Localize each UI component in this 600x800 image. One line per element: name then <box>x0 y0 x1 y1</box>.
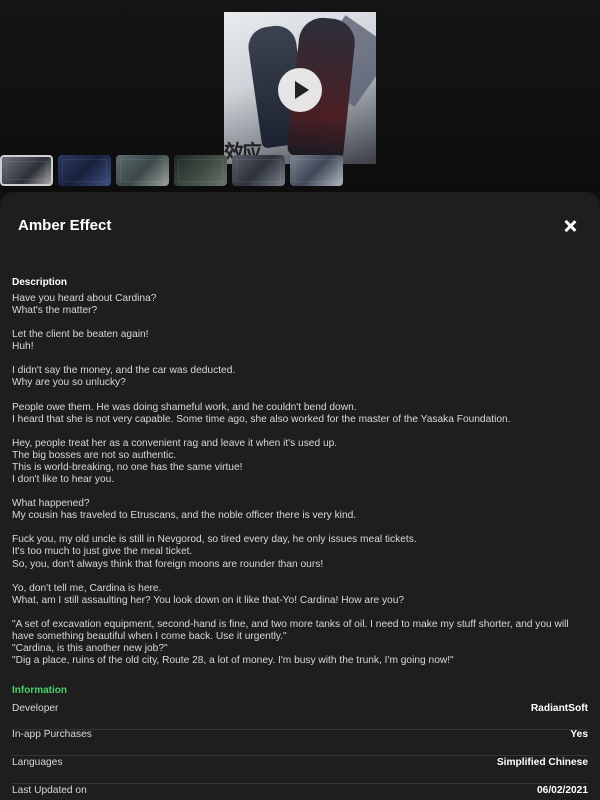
description-line: I don't like to hear you. <box>12 474 115 486</box>
description-paragraph: Hey, people treat her as a convenient ra… <box>12 438 592 486</box>
description-line: Fuck you, my old uncle is still in Nevgo… <box>12 534 417 546</box>
description-line: "A set of excavation equipment, second-h… <box>12 618 569 642</box>
description-paragraph: Yo, don't tell me, Cardina is here. What,… <box>12 583 592 607</box>
description-line: Why are you so unlucky? <box>12 377 126 389</box>
screenshot-thumbnail[interactable] <box>232 155 285 186</box>
description-line: Yo, don't tell me, Cardina is here. <box>12 582 162 594</box>
description-paragraph: Fuck you, my old uncle is still in Nevgo… <box>12 534 592 570</box>
app-title: Amber Effect <box>18 217 112 234</box>
info-label: Languages <box>12 757 63 768</box>
description-text: Have you heard about Cardina? What's the … <box>12 293 592 679</box>
info-row: In-app Purchases Yes <box>12 729 588 756</box>
description-line: It's too much to just give the meal tick… <box>12 546 193 558</box>
description-line: What's the matter? <box>12 305 98 317</box>
description-heading: Description <box>12 277 68 288</box>
description-line: Let the client be beaten again! <box>12 329 149 341</box>
description-paragraph: Let the client be beaten again! Huh! <box>12 329 592 353</box>
info-row: Languages Simplified Chinese <box>12 757 588 784</box>
description-line: I heard that she is not very capable. So… <box>12 413 511 425</box>
description-line: People owe them. He was doing shameful w… <box>12 401 357 413</box>
description-paragraph: What happened? My cousin has traveled to … <box>12 498 592 522</box>
description-paragraph: I didn't say the money, and the car was … <box>12 365 592 389</box>
description-line: So, you, don't always think that foreign… <box>12 558 324 570</box>
description-line: What happened? <box>12 498 90 510</box>
info-value: 06/02/2021 <box>537 785 588 796</box>
details-sheet: Amber Effect Description Have you heard … <box>0 192 600 800</box>
description-line: "Cardina, is this another new job?" <box>12 642 168 654</box>
description-line: I didn't say the money, and the car was … <box>12 365 236 377</box>
description-line: Huh! <box>12 341 34 353</box>
description-line: This is world-breaking, no one has the s… <box>12 461 243 473</box>
description-line: "Dig a place, ruins of the old city, Rou… <box>12 655 454 667</box>
description-line: My cousin has traveled to Etruscans, and… <box>12 510 357 522</box>
info-value: Simplified Chinese <box>496 757 588 768</box>
description-paragraph: People owe them. He was doing shameful w… <box>12 402 592 426</box>
description-paragraph: Have you heard about Cardina? What's the … <box>12 293 592 317</box>
play-icon[interactable] <box>278 68 322 112</box>
screenshot-thumbnail[interactable] <box>0 155 53 186</box>
screenshot-strip <box>0 155 600 187</box>
media-gallery: 效应 <box>0 0 600 192</box>
screenshot-thumbnail[interactable] <box>174 155 227 186</box>
info-value: RadiantSoft <box>530 703 588 714</box>
description-line: Have you heard about Cardina? <box>12 293 157 304</box>
info-label: In-app Purchases <box>12 729 92 740</box>
info-label: Last Updated on <box>12 785 87 796</box>
description-line: What, am I still assaulting her? You loo… <box>12 594 405 606</box>
info-label: Developer <box>12 703 59 714</box>
description-paragraph: "A set of excavation equipment, second-h… <box>12 619 592 667</box>
information-heading: Information <box>12 685 67 696</box>
description-line: Hey, people treat her as a convenient ra… <box>12 437 338 449</box>
info-value: Yes <box>570 729 588 740</box>
screenshot-thumbnail[interactable] <box>290 155 343 186</box>
screenshot-thumbnail[interactable] <box>58 155 111 186</box>
close-icon[interactable] <box>559 216 581 238</box>
description-line: The big bosses are not so authentic. <box>12 449 177 461</box>
info-row: Developer RadiantSoft <box>12 703 588 730</box>
screenshot-thumbnail[interactable] <box>116 155 169 186</box>
info-row: Last Updated on 06/02/2021 <box>12 785 588 800</box>
